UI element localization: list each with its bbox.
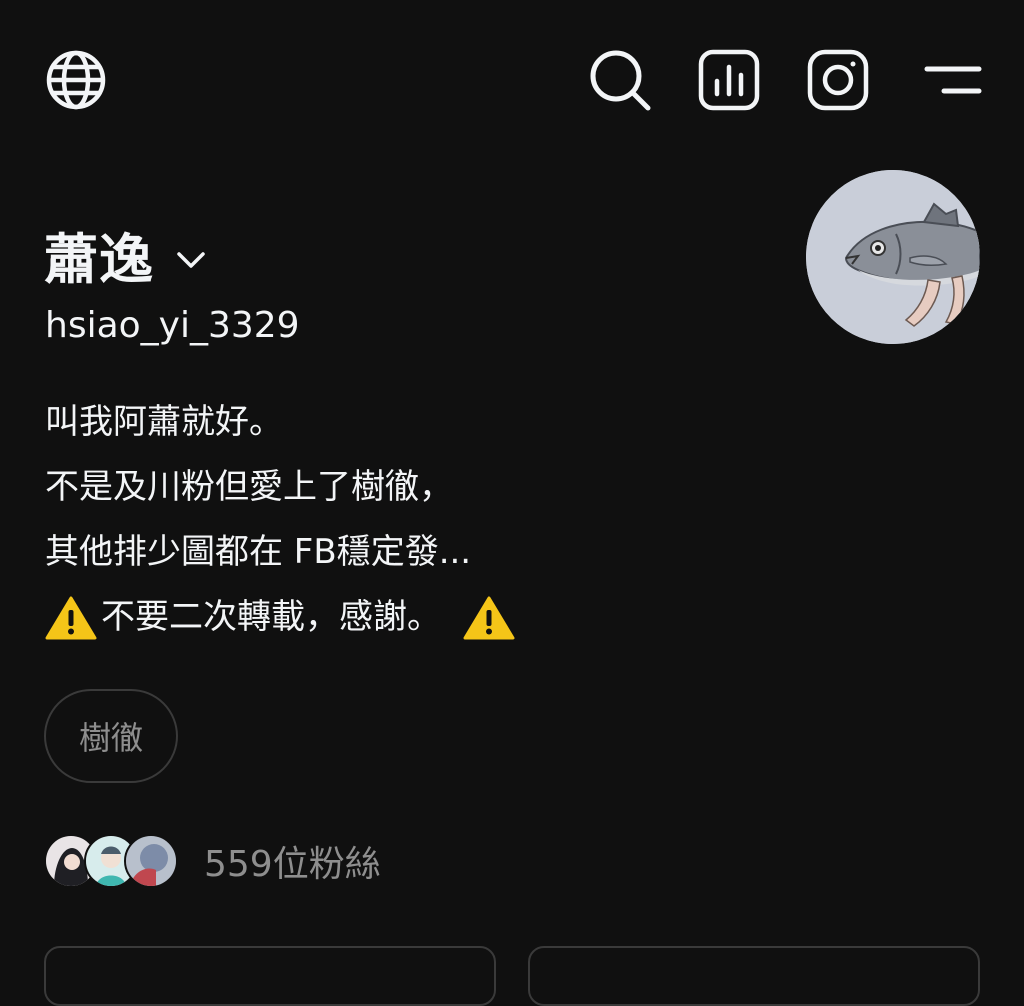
instagram-icon[interactable] bbox=[807, 49, 869, 111]
warning-icon bbox=[45, 596, 97, 640]
insights-icon[interactable] bbox=[697, 49, 761, 111]
profile-name-row[interactable]: 蕭逸 bbox=[44, 222, 206, 298]
follower-avatar bbox=[124, 834, 178, 888]
share-profile-button[interactable] bbox=[528, 946, 980, 1006]
profile-handle: hsiao_yi_3329 bbox=[45, 305, 300, 346]
avatar-fish-illustration bbox=[806, 170, 980, 344]
profile-tag-chip[interactable]: 樹徹 bbox=[44, 689, 178, 783]
bio-line: 其他排少圖都在 FB穩定發... bbox=[45, 532, 472, 572]
profile-name: 蕭逸 bbox=[44, 228, 154, 291]
bio-line-warning: 不要二次轉載，感謝。 bbox=[45, 585, 945, 650]
avatar[interactable] bbox=[806, 170, 980, 344]
bio-warning-text: 不要二次轉載，感謝。 bbox=[101, 597, 441, 637]
chevron-down-icon[interactable] bbox=[176, 250, 206, 274]
followers-row[interactable]: 559位粉絲 bbox=[44, 834, 381, 888]
globe-icon[interactable] bbox=[44, 48, 108, 112]
bio-line: 叫我阿蕭就好。 bbox=[45, 402, 283, 442]
followers-count[interactable]: 559位粉絲 bbox=[204, 835, 381, 887]
search-icon[interactable] bbox=[588, 48, 654, 114]
edit-profile-button[interactable] bbox=[44, 946, 496, 1006]
menu-icon[interactable] bbox=[924, 62, 982, 98]
warning-icon bbox=[463, 596, 515, 640]
profile-bio: 叫我阿蕭就好。 不是及川粉但愛上了樹徹， 其他排少圖都在 FB穩定發... 不要… bbox=[45, 390, 945, 650]
top-bar bbox=[0, 0, 1024, 160]
bio-line: 不是及川粉但愛上了樹徹， bbox=[45, 467, 453, 507]
